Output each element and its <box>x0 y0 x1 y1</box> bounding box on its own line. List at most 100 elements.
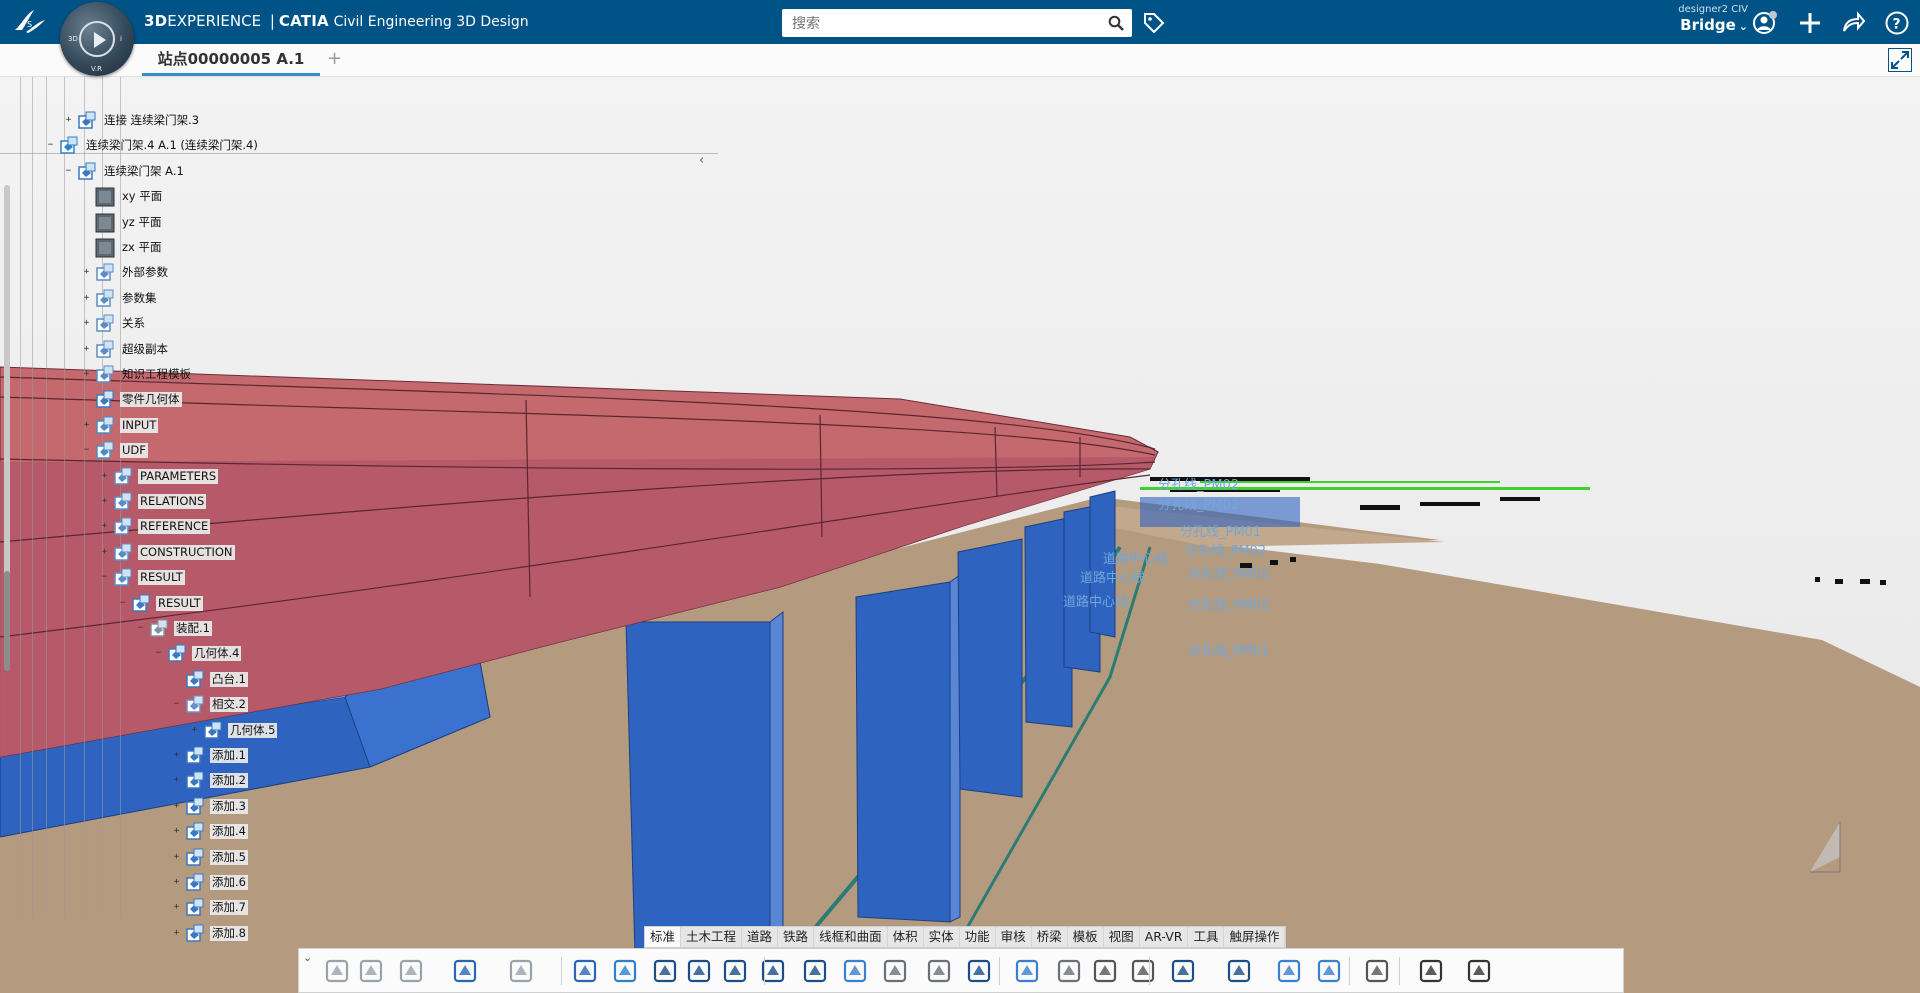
command-tab[interactable]: 审核 <box>996 927 1032 947</box>
help-icon[interactable]: ? <box>1884 10 1910 36</box>
add-tab-button[interactable]: + <box>327 48 342 69</box>
cut-icon[interactable] <box>321 955 353 987</box>
scene-label[interactable]: 分孔线_PM02 <box>1158 494 1239 513</box>
scene-label[interactable]: 分孔线_PM02 <box>1188 563 1269 582</box>
pan-icon[interactable] <box>683 955 715 987</box>
normal-view-icon[interactable] <box>799 955 831 987</box>
command-tab[interactable]: 体积 <box>888 927 924 947</box>
expand-icon[interactable]: + <box>82 293 91 303</box>
collapse-icon[interactable]: − <box>100 573 109 582</box>
layers-icon[interactable] <box>1167 955 1199 987</box>
expand-icon[interactable]: + <box>82 319 91 328</box>
swap-visible-icon[interactable] <box>963 955 995 987</box>
collapse-icon[interactable]: − <box>136 624 145 633</box>
navigation-icon[interactable] <box>1273 955 1305 987</box>
copy-icon[interactable] <box>355 955 387 987</box>
undo-icon[interactable] <box>449 955 481 987</box>
hide-show-icon[interactable] <box>923 955 955 987</box>
render-icon[interactable] <box>1089 955 1121 987</box>
expand-icon[interactable]: + <box>100 522 109 531</box>
expand-icon[interactable]: + <box>82 370 91 379</box>
command-tab[interactable]: 桥梁 <box>1032 927 1068 947</box>
collapse-tree-button[interactable]: ‹ <box>699 153 704 168</box>
expand-icon[interactable]: + <box>100 547 109 557</box>
command-tab[interactable]: 功能 <box>960 927 996 947</box>
scene-label[interactable]: 道路中心线 <box>1080 567 1145 586</box>
bridge-scene[interactable] <box>0 77 1920 993</box>
expand-icon[interactable]: + <box>100 497 109 506</box>
fly-icon[interactable] <box>569 955 601 987</box>
curve-icon[interactable] <box>1463 955 1495 987</box>
expand-icon[interactable]: + <box>82 420 91 430</box>
3ds-logo-icon[interactable]: S <box>12 6 48 36</box>
scene-label[interactable]: 分孔线_PM02 <box>1185 540 1266 559</box>
bulk-show-icon[interactable] <box>1011 955 1043 987</box>
expand-icon[interactable]: + <box>172 928 181 938</box>
scene-label[interactable]: 分孔线_PM02 <box>1158 474 1239 493</box>
expand-icon[interactable]: + <box>190 725 199 735</box>
scene-label[interactable]: 道路中心线 <box>1063 591 1128 610</box>
collab-space-selector[interactable]: Bridge ⌄ <box>1678 16 1748 34</box>
clipping-icon[interactable] <box>1053 955 1085 987</box>
text-annotate-icon[interactable] <box>1415 955 1447 987</box>
collapse-icon[interactable]: − <box>82 446 91 455</box>
command-tab[interactable]: 标准 <box>645 927 682 947</box>
iso-view-icon[interactable] <box>839 955 871 987</box>
collapse-icon[interactable]: − <box>46 141 55 150</box>
expand-icon[interactable]: + <box>172 903 181 912</box>
user-block[interactable]: designer2 CIV Bridge ⌄ <box>1678 4 1748 34</box>
scene-label[interactable]: 分孔线_PM02 <box>1188 594 1269 613</box>
command-tab[interactable]: 土木工程 <box>681 927 743 947</box>
command-tab[interactable]: 触屏操作 <box>1224 927 1286 947</box>
command-tab[interactable]: 视图 <box>1104 927 1140 947</box>
command-tab[interactable]: AR-VR <box>1140 927 1189 947</box>
shading-icon[interactable] <box>879 955 911 987</box>
search-icon[interactable] <box>1108 15 1124 31</box>
scene-label[interactable]: 分孔线_PM01 <box>1180 521 1261 540</box>
compare-icon[interactable] <box>1223 955 1255 987</box>
zoom-icon[interactable] <box>757 955 789 987</box>
command-tab[interactable]: 线框和曲面 <box>814 927 888 947</box>
collapse-icon[interactable]: − <box>154 649 163 658</box>
paste-icon[interactable] <box>395 955 427 987</box>
rotate-icon[interactable] <box>719 955 751 987</box>
expand-icon[interactable]: + <box>172 776 181 785</box>
maximize-button[interactable] <box>1888 48 1912 72</box>
expand-icon[interactable]: + <box>100 471 109 481</box>
anchor-icon[interactable] <box>1361 955 1393 987</box>
update-icon[interactable] <box>505 955 537 987</box>
measure-icon[interactable] <box>1313 955 1345 987</box>
command-tab[interactable]: 工具 <box>1188 927 1225 947</box>
view-cube-icon[interactable] <box>609 955 641 987</box>
tag-icon[interactable] <box>1142 11 1166 33</box>
search-box[interactable] <box>782 9 1132 38</box>
collapse-action-bar-button[interactable]: ⌄ <box>303 951 312 964</box>
expand-icon[interactable]: + <box>172 801 181 811</box>
compass-widget[interactable]: 3D V.R i <box>60 2 134 76</box>
scene-label[interactable]: 分孔线_PM01 <box>1188 640 1269 659</box>
expand-icon[interactable]: + <box>172 878 181 887</box>
profile-icon[interactable] <box>1752 10 1778 36</box>
search-input[interactable] <box>790 10 1094 38</box>
tree-scroll-thumb[interactable] <box>4 571 10 671</box>
expand-icon[interactable]: + <box>82 344 91 354</box>
3d-viewport[interactable]: 分孔线_PM02 分孔线_PM02 分孔线_PM01 分孔线_PM02 分孔线_PM02… <box>0 77 1920 993</box>
collapse-icon[interactable]: − <box>118 598 127 608</box>
tab-site-00000005[interactable]: 站点00000005 A.1 <box>142 44 320 76</box>
share-icon[interactable] <box>1840 10 1866 36</box>
expand-icon[interactable]: + <box>172 751 181 760</box>
add-icon[interactable] <box>1797 10 1823 36</box>
expand-icon[interactable]: + <box>64 116 73 125</box>
command-tab[interactable]: 模板 <box>1068 927 1104 947</box>
command-tab[interactable]: 实体 <box>924 927 960 947</box>
collapse-icon[interactable]: − <box>172 700 181 709</box>
scene-label[interactable]: 道路中心线 <box>1103 548 1168 567</box>
fit-all-icon[interactable] <box>649 955 681 987</box>
command-tab[interactable]: 铁路 <box>778 927 815 947</box>
expand-icon[interactable]: + <box>172 827 181 836</box>
command-tab[interactable]: 道路 <box>742 927 779 947</box>
expand-icon[interactable]: + <box>82 268 91 277</box>
collapse-icon[interactable]: − <box>64 166 73 176</box>
compass-play-icon[interactable] <box>79 21 115 57</box>
expand-icon[interactable]: + <box>172 852 181 862</box>
